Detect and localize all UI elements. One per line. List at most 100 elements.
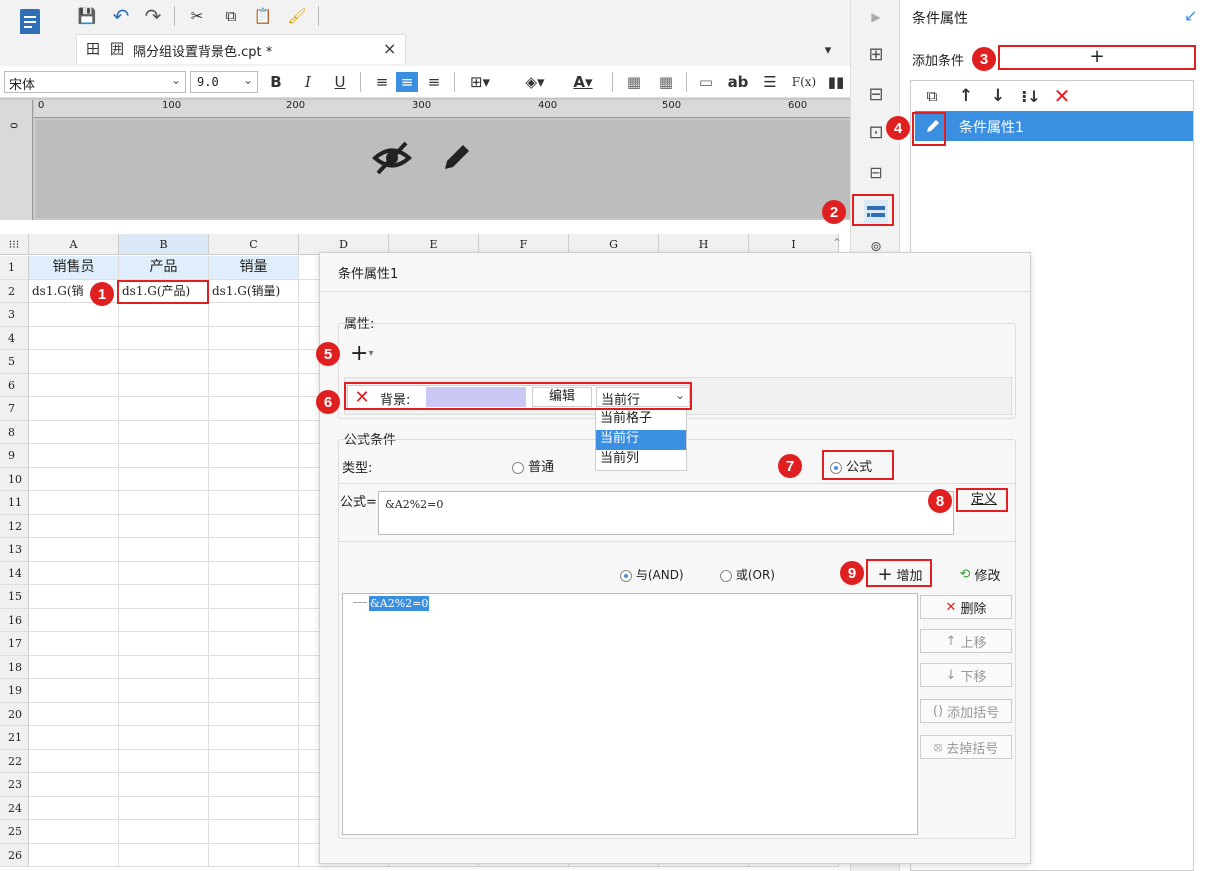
textbox-icon[interactable]: ▭ (696, 72, 716, 92)
underline-button[interactable]: U (330, 71, 350, 93)
grid-cell[interactable] (29, 326, 119, 350)
row-header[interactable]: 8 (0, 420, 29, 444)
grid-cell[interactable] (119, 726, 209, 750)
row-header[interactable]: 25 (0, 820, 29, 844)
grid-cell[interactable] (119, 467, 209, 491)
grid-cell[interactable] (209, 632, 299, 656)
grid-cell[interactable] (29, 561, 119, 585)
redo-icon[interactable]: ↷ (142, 4, 164, 28)
row-header[interactable]: 24 (0, 796, 29, 820)
grid-cell[interactable] (119, 608, 209, 632)
scope-option-row[interactable]: 当前行 (596, 430, 686, 450)
row-header[interactable]: 5 (0, 350, 29, 374)
row-header[interactable]: 15 (0, 585, 29, 609)
grid-cell[interactable] (119, 514, 209, 538)
grid-cell[interactable] (119, 632, 209, 656)
richtext-icon[interactable]: ☰ (760, 72, 780, 92)
grid-cell[interactable] (209, 397, 299, 421)
grid-cell[interactable] (209, 350, 299, 374)
undo-icon[interactable]: ↶ (110, 4, 132, 28)
row-header[interactable]: 6 (0, 373, 29, 397)
grid-cell[interactable] (119, 796, 209, 820)
grid-cell[interactable] (119, 303, 209, 327)
add-bracket-button[interactable]: () 添加括号 (920, 699, 1012, 723)
hide-icon[interactable] (370, 136, 414, 180)
grid-cell[interactable] (119, 444, 209, 468)
scope-option-column[interactable]: 当前列 (596, 450, 686, 470)
copy-icon[interactable]: ⧉ (921, 85, 943, 107)
delete-button[interactable]: ✕ 删除 (920, 595, 1012, 619)
grid-cell[interactable] (119, 655, 209, 679)
grid-cell[interactable]: 销量 (209, 256, 299, 280)
column-header-b[interactable]: B (119, 234, 209, 255)
tab-menu-icon[interactable]: ▾ (818, 40, 838, 60)
grid-cell[interactable] (29, 444, 119, 468)
grid-cell[interactable] (119, 491, 209, 515)
grid-cell[interactable] (119, 326, 209, 350)
grid-cell[interactable] (29, 820, 119, 844)
font-select[interactable]: 宋体 ⌄ (4, 71, 186, 93)
row-header[interactable]: 2 (0, 279, 29, 303)
grid-cell[interactable] (29, 397, 119, 421)
grid-cell[interactable] (209, 796, 299, 820)
condition-tree-item[interactable]: &A2%2=0 (369, 596, 430, 611)
grid-cell[interactable] (209, 467, 299, 491)
grid-cell[interactable] (209, 655, 299, 679)
move-down-button[interactable]: ↓ 下移 (920, 663, 1012, 687)
grid-cell[interactable] (209, 820, 299, 844)
grid-cell[interactable] (29, 491, 119, 515)
grid-cell[interactable] (209, 843, 299, 867)
cut-icon[interactable]: ✂ (186, 5, 208, 27)
grid-cell[interactable] (29, 655, 119, 679)
grid-cell[interactable] (119, 702, 209, 726)
grid-cell[interactable] (29, 749, 119, 773)
row-header[interactable]: 13 (0, 538, 29, 562)
grid-cell[interactable] (119, 773, 209, 797)
grid-cell[interactable] (29, 843, 119, 867)
row-header[interactable]: 22 (0, 749, 29, 773)
align-left-icon[interactable]: ≡ (372, 72, 392, 92)
grid-cell[interactable] (29, 514, 119, 538)
grid-cell[interactable] (29, 538, 119, 562)
or-radio[interactable]: 或(OR) (720, 566, 775, 583)
grid-cell[interactable] (209, 538, 299, 562)
copy-icon[interactable]: ⧉ (220, 5, 242, 27)
grid-cell[interactable] (209, 679, 299, 703)
grid-cell[interactable] (29, 585, 119, 609)
row-header[interactable]: 11 (0, 491, 29, 515)
grid-cell[interactable] (119, 749, 209, 773)
grid-cell[interactable] (209, 608, 299, 632)
save-icon[interactable]: 💾 (76, 5, 98, 27)
italic-button[interactable]: I (298, 71, 318, 93)
grid-cell[interactable] (29, 702, 119, 726)
row-header[interactable]: 9 (0, 444, 29, 468)
grid-cell[interactable] (29, 796, 119, 820)
grid-cell[interactable]: 销售员 (29, 256, 119, 280)
grid-cell[interactable]: 产品 (119, 256, 209, 280)
row-header[interactable]: 10 (0, 467, 29, 491)
grid-cell[interactable] (119, 585, 209, 609)
select-all-corner[interactable]: ⁝⁝⁝ (0, 234, 29, 255)
type-normal-radio[interactable]: 普通 (512, 456, 554, 475)
text-button[interactable]: ab (726, 72, 750, 92)
align-right-icon[interactable]: ≡ (424, 72, 444, 92)
row-header[interactable]: 12 (0, 514, 29, 538)
grid-cell[interactable] (209, 514, 299, 538)
border-icon[interactable]: ⊞▾ (466, 72, 494, 92)
collapse-arrow-icon[interactable]: ▶ (865, 6, 887, 28)
grid-cell[interactable] (119, 538, 209, 562)
move-up-button[interactable]: ↑ 上移 (920, 629, 1012, 653)
widget-icon[interactable]: ⊟ (864, 160, 888, 184)
unmerge-icon[interactable]: ▦ (656, 72, 676, 92)
grid-cell[interactable] (119, 843, 209, 867)
grid-cell[interactable] (119, 350, 209, 374)
arrow-up-icon[interactable]: ↑ (955, 85, 977, 107)
row-header[interactable]: 3 (0, 303, 29, 327)
grid-cell[interactable] (29, 726, 119, 750)
row-header[interactable]: 26 (0, 843, 29, 867)
condition-tree[interactable]: &A2%2=0 (342, 593, 918, 835)
grid-cell[interactable] (209, 420, 299, 444)
format-painter-icon[interactable]: 🖌 (286, 5, 308, 27)
grid-cell[interactable] (29, 303, 119, 327)
fill-color-icon[interactable]: ◈▾ (518, 72, 552, 92)
